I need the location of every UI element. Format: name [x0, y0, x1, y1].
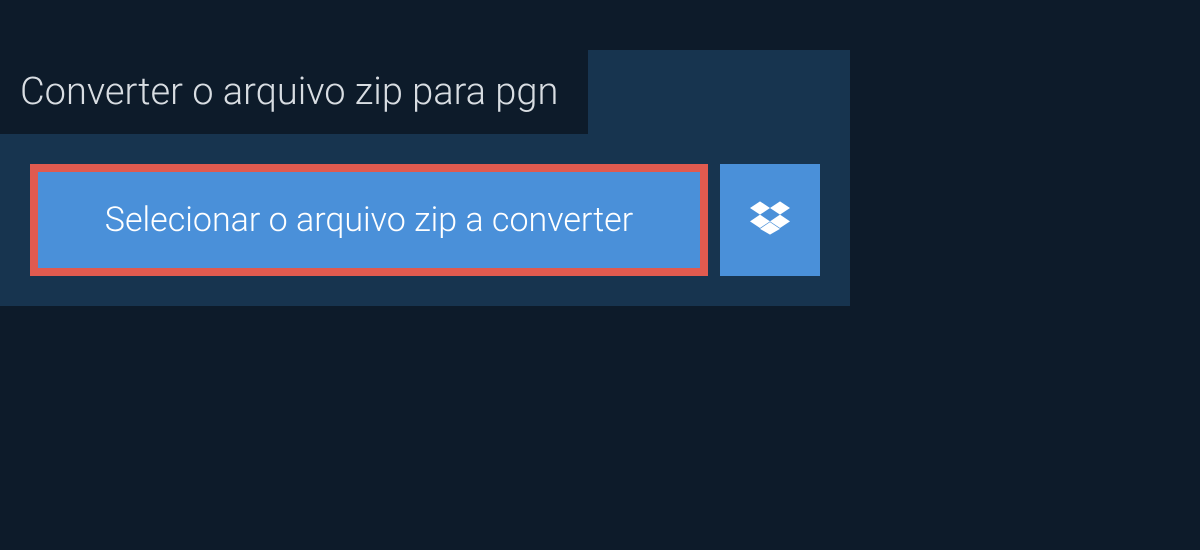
select-file-button[interactable]: Selecionar o arquivo zip a converter — [30, 164, 708, 276]
page-title: Converter o arquivo zip para pgn — [0, 50, 588, 134]
select-file-label: Selecionar o arquivo zip a converter — [105, 200, 633, 240]
dropbox-button[interactable] — [720, 164, 820, 276]
converter-panel: Converter o arquivo zip para pgn Selecio… — [0, 50, 850, 306]
action-row: Selecionar o arquivo zip a converter — [0, 134, 850, 276]
dropbox-icon — [750, 198, 790, 242]
